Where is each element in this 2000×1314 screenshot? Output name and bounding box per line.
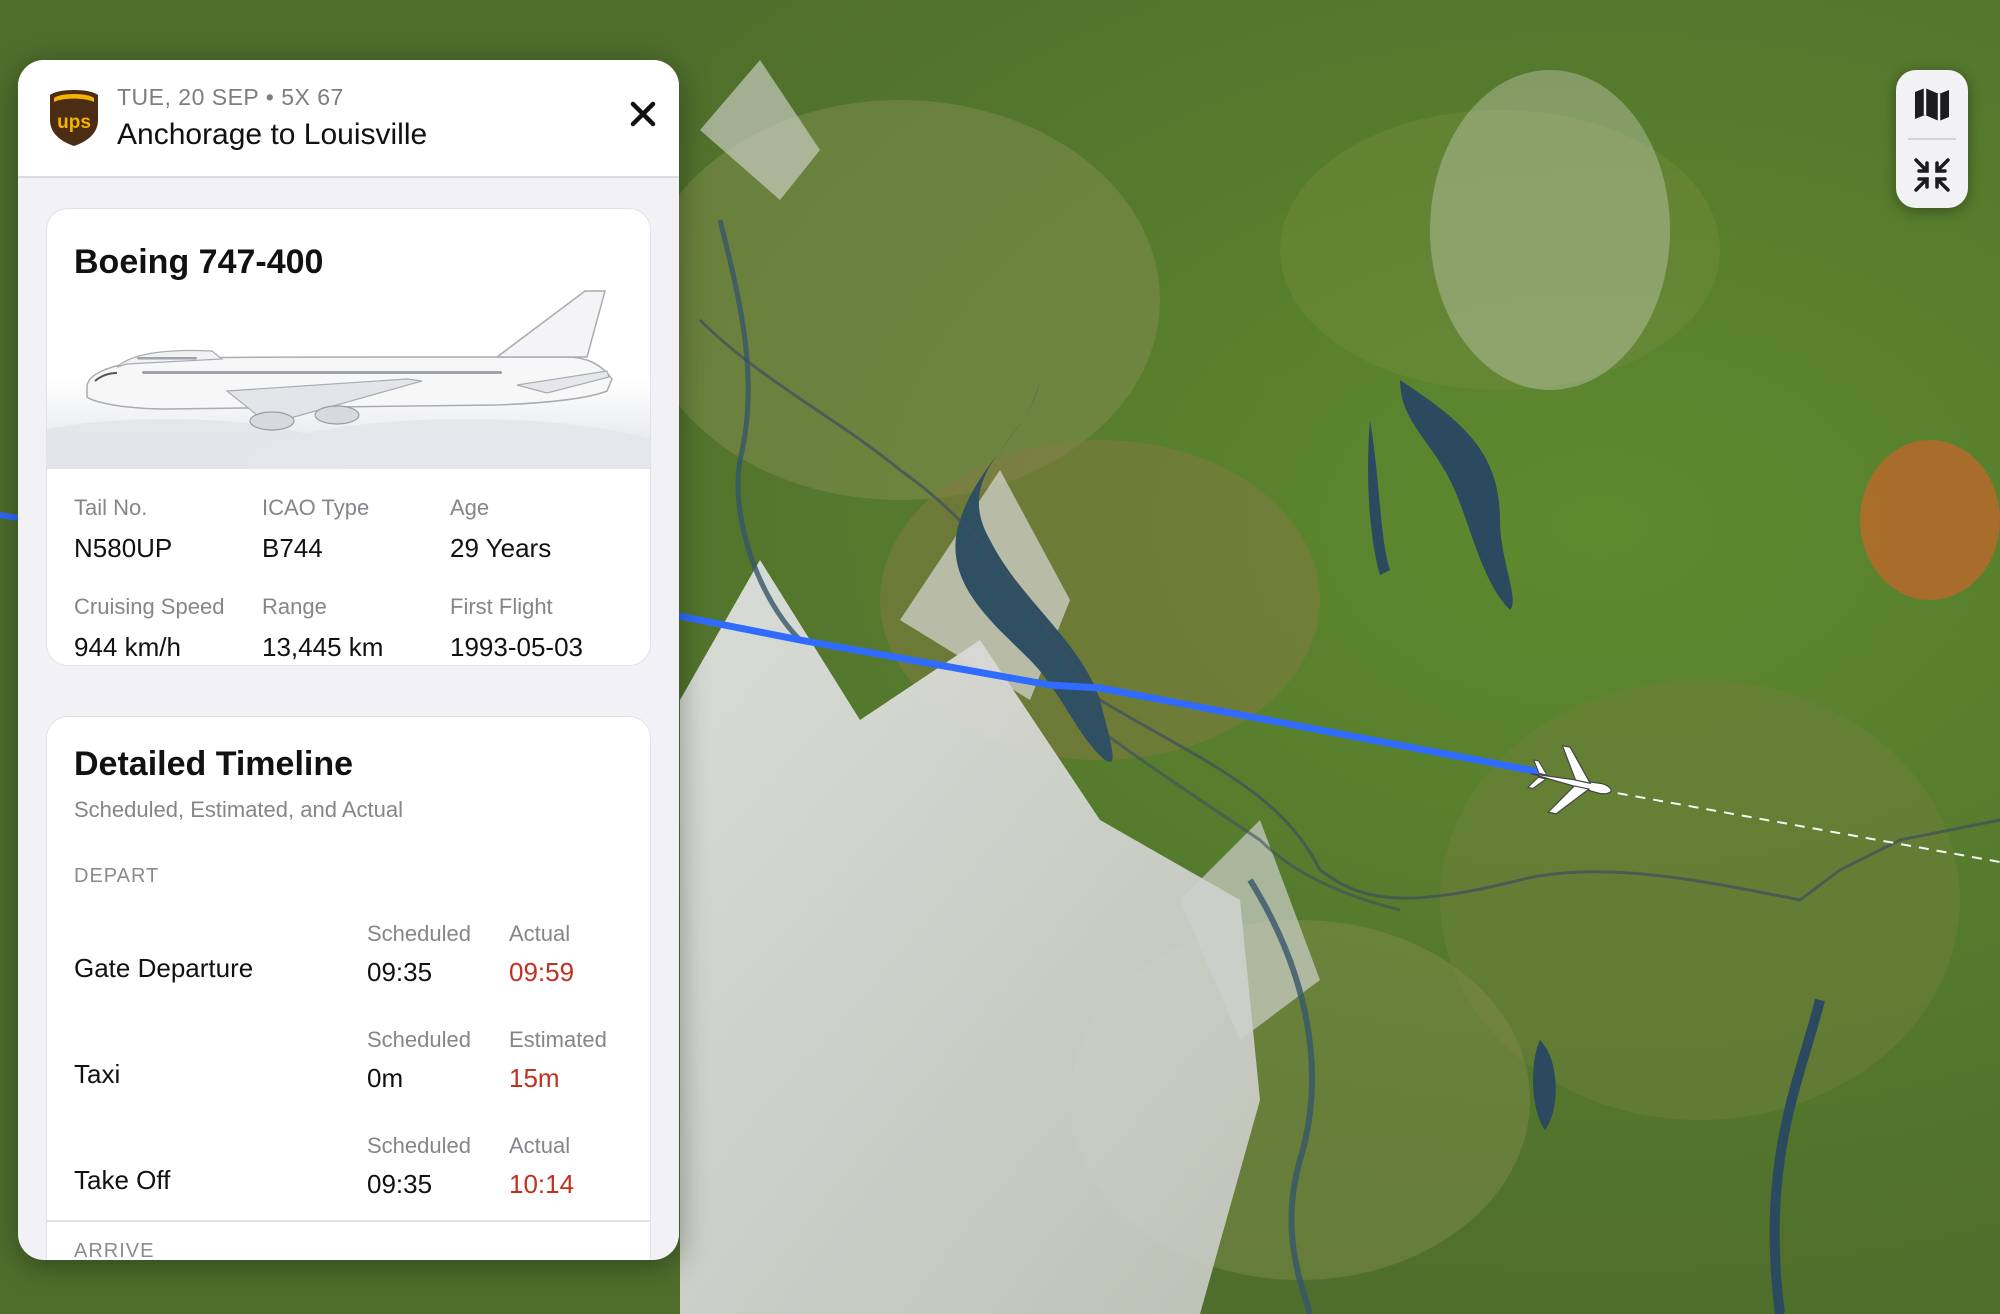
actual-time: 09:59 bbox=[509, 957, 575, 987]
map-icon bbox=[1915, 88, 1949, 121]
scheduled-column: Scheduled 09:35 bbox=[367, 1133, 471, 1200]
spec-value: 944 km/h bbox=[74, 632, 181, 662]
spec-value: B744 bbox=[262, 533, 323, 563]
scheduled-time: 09:35 bbox=[367, 1169, 433, 1199]
scheduled-column: Scheduled 09:35 bbox=[367, 921, 471, 988]
collapse-button[interactable] bbox=[1896, 140, 1968, 208]
spec-value: 29 Years bbox=[450, 533, 552, 563]
spec-value: N580UP bbox=[74, 533, 173, 563]
panel-header: ups TUE, 20 SEP • 5X 67 Anchorage to Lou… bbox=[18, 60, 679, 178]
column-label: Scheduled bbox=[367, 1027, 471, 1052]
scheduled-column: Scheduled 0m bbox=[367, 1027, 471, 1094]
timeline-row-take-off: Take Off Scheduled 09:35 Actual 10:14 bbox=[47, 1133, 650, 1233]
spec-icao-type: ICAO Type B744 bbox=[262, 495, 369, 564]
estimated-column: Estimated 15m bbox=[509, 1027, 607, 1094]
aircraft-image bbox=[47, 269, 650, 469]
close-button[interactable] bbox=[623, 94, 663, 134]
timeline-row-gate-departure: Gate Departure Scheduled 09:35 Actual 09… bbox=[47, 921, 650, 1021]
map-mode-button[interactable] bbox=[1896, 70, 1968, 138]
timeline-title: Detailed Timeline bbox=[74, 745, 354, 783]
ups-logo: ups bbox=[50, 90, 98, 146]
spec-label: ICAO Type bbox=[262, 495, 370, 520]
spec-value: 1993-05-03 bbox=[450, 632, 583, 662]
svg-text:ups: ups bbox=[57, 112, 91, 133]
flight-details-panel: ups TUE, 20 SEP • 5X 67 Anchorage to Lou… bbox=[18, 60, 679, 1260]
column-label: Scheduled bbox=[367, 1133, 471, 1158]
timeline-event-name: Taxi bbox=[74, 1059, 121, 1089]
timeline-event-name: Take Off bbox=[74, 1165, 171, 1195]
flight-date-number: TUE, 20 SEP • 5X 67 bbox=[117, 84, 344, 110]
spec-value: 13,445 km bbox=[262, 632, 384, 662]
spec-label: Cruising Speed bbox=[74, 594, 225, 619]
estimated-time: 15m bbox=[509, 1063, 560, 1093]
actual-column: Actual 09:59 bbox=[509, 921, 574, 988]
spec-label: Range bbox=[262, 594, 327, 619]
timeline-subtitle: Scheduled, Estimated, and Actual bbox=[74, 797, 403, 822]
scheduled-time: 09:35 bbox=[367, 957, 433, 987]
spec-range: Range 13,445 km bbox=[262, 594, 383, 663]
spec-label: Age bbox=[450, 495, 490, 520]
spec-label: Tail No. bbox=[74, 495, 148, 520]
collapse-icon bbox=[1914, 158, 1950, 192]
timeline-divider bbox=[47, 1220, 650, 1222]
column-label: Actual bbox=[509, 921, 571, 946]
aircraft-card: Boeing 747-400 Tail No. N580UP ICAO Type… bbox=[46, 208, 651, 666]
timeline-card: Detailed Timeline Scheduled, Estimated, … bbox=[46, 716, 651, 1260]
spec-cruising-speed: Cruising Speed 944 km/h bbox=[74, 594, 224, 663]
depart-section-label: DEPART bbox=[74, 865, 160, 887]
arrive-section-label: ARRIVE bbox=[74, 1240, 155, 1260]
scheduled-time: 0m bbox=[367, 1063, 404, 1093]
timeline-event-name: Gate Departure bbox=[74, 953, 254, 983]
spec-age: Age 29 Years bbox=[450, 495, 551, 564]
route-title: Anchorage to Louisville bbox=[117, 118, 428, 151]
spec-label: First Flight bbox=[450, 594, 553, 619]
column-label: Actual bbox=[509, 1133, 571, 1158]
panel-scroll-area[interactable]: Boeing 747-400 Tail No. N580UP ICAO Type… bbox=[18, 178, 679, 1260]
column-label: Scheduled bbox=[367, 921, 471, 946]
column-label: Estimated bbox=[509, 1027, 607, 1052]
spec-first-flight: First Flight 1993-05-03 bbox=[450, 594, 583, 663]
close-icon bbox=[630, 101, 656, 127]
actual-time: 10:14 bbox=[509, 1169, 575, 1199]
timeline-row-taxi: Taxi Scheduled 0m Estimated 15m bbox=[47, 1027, 650, 1127]
map-controls bbox=[1896, 70, 1968, 208]
actual-column: Actual 10:14 bbox=[509, 1133, 574, 1200]
spec-tail-no: Tail No. N580UP bbox=[74, 495, 172, 564]
aircraft-model: Boeing 747-400 bbox=[74, 243, 324, 281]
